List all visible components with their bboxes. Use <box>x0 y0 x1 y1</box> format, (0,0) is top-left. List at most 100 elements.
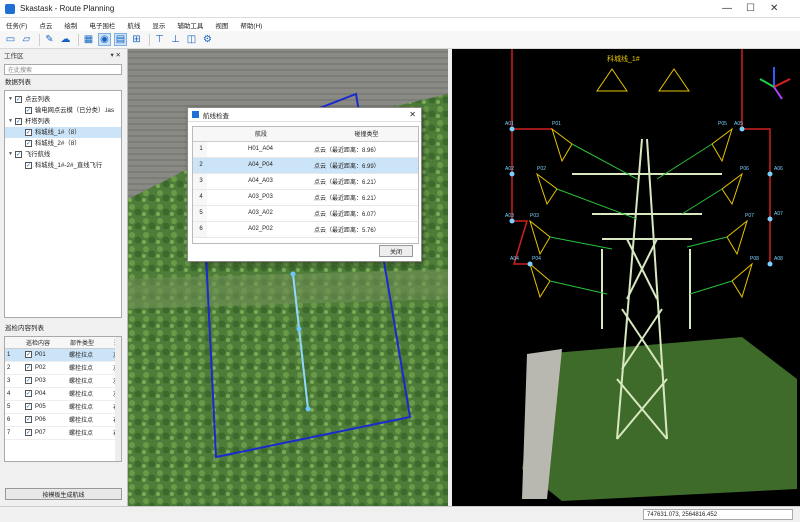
checkbox[interactable]: ✓ <box>25 390 32 397</box>
checkbox[interactable]: ✓ <box>25 162 32 169</box>
row-type: 螺栓拉点 <box>67 374 111 388</box>
tree-node-tower-1[interactable]: ✓ 科城线_1#（8） <box>5 127 121 138</box>
col-header[interactable]: 部件类型 <box>67 337 111 349</box>
cloud-icon[interactable]: ☁ <box>59 33 72 46</box>
menu-task[interactable]: 任务(F) <box>6 20 27 30</box>
photo-label: P08 <box>750 256 759 262</box>
search-input[interactable]: 在此搜索 <box>4 64 122 75</box>
route-left[interactable] <box>511 49 530 265</box>
waypoint-marker[interactable] <box>296 326 302 332</box>
waypoint-marker[interactable] <box>290 271 296 277</box>
row-index: 5 <box>5 400 23 414</box>
route-check-dialog: 航线检查 ✕ 航段 碰撞类型 1 H01_A04 点云（最近距离：8.96） 2 A04… <box>187 107 422 262</box>
grid-icon[interactable]: ▦ <box>82 33 95 46</box>
checkbox[interactable]: ✓ <box>25 429 32 436</box>
close-button[interactable]: ✕ <box>770 3 778 14</box>
col-header-collision-type[interactable]: 碰撞类型 <box>312 127 418 142</box>
row-number: 4 <box>193 189 207 206</box>
tree-node-route-1[interactable]: ✓ 科城线_1#-2#_直线飞行 <box>5 160 121 171</box>
table-row[interactable]: 1✓P01螺栓拉点左 <box>5 348 121 362</box>
table-row[interactable]: 4✓P04螺栓拉点左 <box>5 387 121 401</box>
checkbox[interactable]: ✓ <box>25 377 32 384</box>
menu-tools[interactable]: 辅助工具 <box>177 20 203 30</box>
menu-draw[interactable]: 绘制 <box>64 20 77 30</box>
collision-table: 航段 碰撞类型 1 H01_A04 点云（最近距离：8.96） 2 A04_P04 点云（… <box>192 126 419 244</box>
tree-node-routes[interactable]: ▼ ✓ 飞行航线 <box>5 149 121 160</box>
menu-route[interactable]: 航线 <box>127 20 140 30</box>
table-row[interactable]: 2✓P02螺栓拉点左 <box>5 361 121 375</box>
table-row[interactable]: 4 A03_P03 点云（最近距离：6.21） <box>193 189 418 206</box>
map-icon[interactable]: ◉ <box>98 33 111 46</box>
maximize-button[interactable]: ☐ <box>746 3 755 14</box>
menu-pointcloud[interactable]: 点云 <box>39 20 52 30</box>
table-row[interactable]: 2 A04_P04 点云（最近距离：6.99） <box>193 157 418 174</box>
waypoint-label: A05 <box>734 121 743 127</box>
menu-help[interactable]: 帮助(H) <box>240 20 262 30</box>
settings-icon[interactable]: ⚙ <box>201 33 214 46</box>
photo-label: P04 <box>532 256 541 262</box>
waypoint-marker[interactable] <box>305 406 311 412</box>
photo-label: P01 <box>552 121 561 127</box>
pointcloud-3d-view[interactable]: 科城线_1# A01 A02 A03 A04 P01 P02 P03 P04 A… <box>452 49 800 506</box>
table-row[interactable]: 6 A02_P02 点云（最近距离：5.76） <box>193 221 418 238</box>
dialog-title: 航线检查 <box>203 112 229 120</box>
photo-label: P07 <box>745 213 754 219</box>
layers-icon[interactable]: ▤ <box>114 33 127 46</box>
tree-node-pointcloud[interactable]: ▼ ✓ 点云列表 <box>5 94 121 105</box>
tree-label: 科城线_1#（8） <box>35 129 81 136</box>
panel-pin-close[interactable]: ▾ ✕ <box>110 51 121 59</box>
row-name: ✓ P05 <box>23 400 67 414</box>
checkbox[interactable]: ✓ <box>25 140 32 147</box>
expand-icon[interactable]: ▼ <box>8 149 15 160</box>
col-header-segment[interactable]: 航段 <box>207 127 312 142</box>
vertical-scrollbar[interactable] <box>115 337 121 461</box>
checkbox[interactable]: ✓ <box>15 151 22 158</box>
pointcloud-canvas[interactable] <box>452 49 800 506</box>
menu-view[interactable]: 视图 <box>215 20 228 30</box>
cell-text: P03 <box>35 378 46 384</box>
tree-node-las[interactable]: ✓ 输电网点云模（已分类）.las <box>5 105 121 116</box>
tree-node-tower-2[interactable]: ✓ 科城线_2#（8） <box>5 138 121 149</box>
coordinate-readout: 747631.073, 2564816.452 <box>643 509 793 520</box>
table-row[interactable]: 3✓P03螺栓拉点左 <box>5 374 121 388</box>
cell-text: P04 <box>35 391 46 397</box>
table-row[interactable]: 5✓P05螺栓拉点右 <box>5 400 121 414</box>
col-header[interactable]: 巡检内容 <box>23 337 67 349</box>
checkbox[interactable]: ✓ <box>15 96 22 103</box>
tower-icon[interactable]: ⊤ <box>153 33 166 46</box>
expand-icon[interactable]: ▼ <box>8 116 15 127</box>
tiles-icon[interactable]: ⊞ <box>130 33 143 46</box>
panel-title: 工作区 <box>4 53 24 60</box>
table-row[interactable]: 5 A03_A02 点云（最近距离：6.07） <box>193 205 418 222</box>
generate-route-button[interactable]: 按模板生成航线 <box>5 488 122 500</box>
tree-label: 飞行航线 <box>25 151 51 158</box>
dialog-titlebar[interactable]: 航线检查 ✕ <box>188 108 421 122</box>
table-row[interactable]: 1 H01_A04 点云（最近距离：8.96） <box>193 141 418 158</box>
expand-icon[interactable]: ▼ <box>8 94 15 105</box>
open-folder-icon[interactable]: ▱ <box>20 33 33 46</box>
checkbox[interactable]: ✓ <box>25 107 32 114</box>
minimize-button[interactable]: — <box>722 3 732 14</box>
checkbox[interactable]: ✓ <box>25 416 32 423</box>
table-row[interactable]: 6✓P06螺栓拉点右 <box>5 413 121 427</box>
route-list-label: 巡检内容列表 <box>5 325 44 332</box>
table-row[interactable]: 3 A04_A03 点云（最近距离：6.21） <box>193 173 418 190</box>
dialog-close-icon[interactable]: ✕ <box>409 110 416 119</box>
panel-icon[interactable]: ◫ <box>185 33 198 46</box>
edit-icon[interactable]: ✎ <box>43 33 56 46</box>
tree-node-towers[interactable]: ▼ ✓ 杆塔列表 <box>5 116 121 127</box>
checkbox[interactable]: ✓ <box>25 403 32 410</box>
menu-fence[interactable]: 电子围栏 <box>89 20 115 30</box>
checkbox[interactable]: ✓ <box>25 351 32 358</box>
menu-display[interactable]: 显示 <box>152 20 165 30</box>
checkbox[interactable]: ✓ <box>25 129 32 136</box>
dialog-close-button[interactable]: 关闭 <box>379 245 413 257</box>
checkbox[interactable]: ✓ <box>15 118 22 125</box>
row-number: 1 <box>193 141 207 158</box>
table-row[interactable]: 7✓P07螺栓拉点右 <box>5 426 121 440</box>
tower-route-icon[interactable]: ⊥ <box>169 33 182 46</box>
row-name: ✓ P06 <box>23 413 67 427</box>
checkbox[interactable]: ✓ <box>25 364 32 371</box>
row-index: 4 <box>5 387 23 401</box>
new-file-icon[interactable]: ▭ <box>4 33 17 46</box>
